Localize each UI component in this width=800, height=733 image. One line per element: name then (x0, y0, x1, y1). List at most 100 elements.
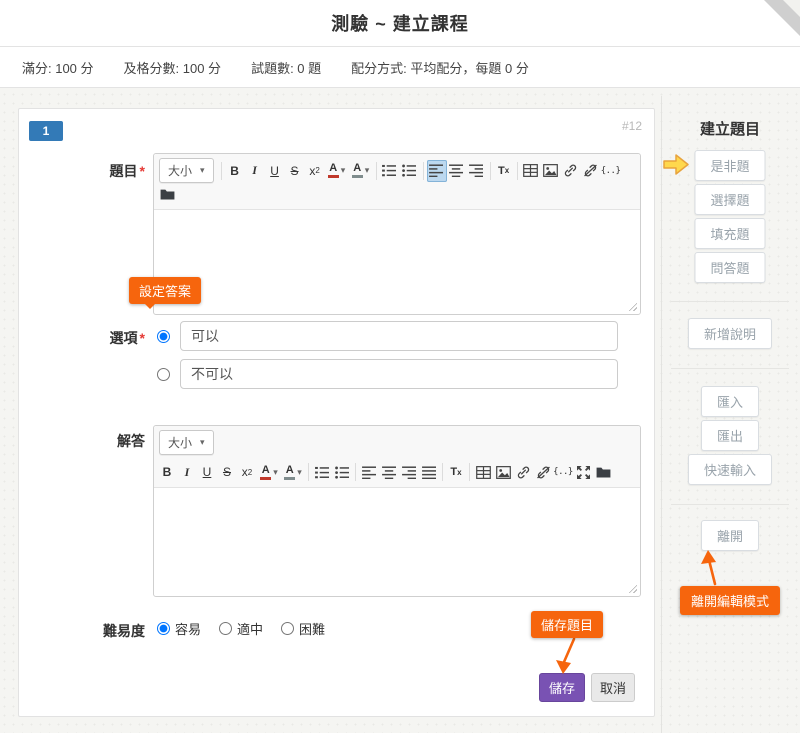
toolbar-separator (376, 162, 377, 180)
question-editor: 大小 ▾ B I U S x2 A ▾ A ▾ Tx (153, 153, 641, 315)
background-color-icon[interactable]: A ▾ (349, 160, 373, 182)
bulleted-list-icon[interactable] (332, 461, 352, 483)
bold-icon[interactable]: B (157, 461, 177, 483)
resize-handle[interactable] (626, 582, 637, 593)
font-size-dropdown[interactable]: 大小 ▾ (159, 430, 214, 455)
toolbar-separator (442, 463, 443, 481)
sidebar-item-essay[interactable]: 問答題 (694, 252, 765, 283)
sidebar-divider (671, 504, 789, 505)
numbered-list-icon[interactable] (312, 461, 332, 483)
underline-icon[interactable]: U (197, 461, 217, 483)
page-title: 測驗 ~ 建立課程 (331, 10, 469, 36)
italic-icon[interactable]: I (245, 160, 265, 182)
image-icon[interactable] (493, 461, 513, 483)
background-color-letter: A (286, 465, 294, 476)
difficulty-easy-radio[interactable] (157, 622, 170, 635)
text-color-icon[interactable]: A ▾ (257, 461, 281, 483)
numbered-list-icon[interactable] (380, 160, 400, 182)
maximize-icon[interactable] (573, 461, 593, 483)
toolbar-separator (517, 162, 518, 180)
font-size-label: 大小 (168, 434, 192, 451)
sidebar-item-multiple-choice[interactable]: 選擇題 (694, 184, 765, 215)
table-icon[interactable] (521, 160, 541, 182)
image-icon[interactable] (541, 160, 561, 182)
quick-input-button[interactable]: 快速輸入 (688, 454, 772, 485)
sidebar-item-fill-blank[interactable]: 填充題 (694, 218, 765, 249)
yellow-arrow-icon (663, 153, 690, 176)
text-color-letter: A (262, 465, 270, 476)
question-editor-area[interactable] (154, 210, 640, 314)
unlink-icon[interactable] (581, 160, 601, 182)
toolbar-separator (423, 162, 424, 180)
align-left-icon[interactable] (359, 461, 379, 483)
align-right-icon[interactable] (399, 461, 419, 483)
save-question-arrow-icon (543, 637, 583, 677)
remove-format-t: T (498, 165, 505, 177)
sidebar-item-true-false[interactable]: 是非題 (694, 150, 765, 181)
resize-handle[interactable] (626, 300, 637, 311)
font-size-dropdown[interactable]: 大小 ▾ (159, 158, 214, 183)
strikethrough-icon[interactable]: S (285, 160, 305, 182)
table-icon[interactable] (473, 461, 493, 483)
answer-editor-area[interactable] (154, 488, 640, 596)
bold-icon[interactable]: B (225, 160, 245, 182)
difficulty-hard-radio[interactable] (281, 622, 294, 635)
question-editor-card: 1 #12 題目* 大小 ▾ B I U S x2 A ▾ A ▾ (18, 108, 655, 717)
link-icon[interactable] (561, 160, 581, 182)
text-color-bar (260, 477, 271, 480)
difficulty-hard: 困難 (281, 619, 325, 638)
superscript-exp: 2 (248, 468, 252, 477)
answer-label-text: 解答 (117, 433, 145, 449)
remove-format-x: x (457, 468, 461, 477)
link-icon[interactable] (513, 461, 533, 483)
cancel-button[interactable]: 取消 (591, 673, 635, 702)
align-left-icon[interactable] (427, 160, 447, 182)
remove-format-icon[interactable]: Tx (494, 160, 514, 182)
superscript-icon[interactable]: x2 (305, 160, 325, 182)
chevron-down-icon: ▾ (273, 468, 278, 477)
chevron-down-icon: ▾ (365, 166, 370, 175)
source-code-icon[interactable]: {..} (601, 160, 621, 182)
text-color-icon[interactable]: A ▾ (325, 160, 349, 182)
answer-editor-toolbar-row1: 大小 ▾ (154, 426, 640, 457)
options-label-text: 選項 (110, 330, 138, 346)
unlink-icon[interactable] (533, 461, 553, 483)
align-center-icon[interactable] (447, 160, 467, 182)
strikethrough-icon[interactable]: S (217, 461, 237, 483)
option-2-input[interactable] (180, 359, 618, 389)
difficulty-options: 容易 適中 困難 (157, 619, 325, 638)
toolbar-separator (221, 162, 222, 180)
source-code-icon[interactable]: {..} (553, 461, 573, 483)
add-description-button[interactable]: 新增說明 (688, 318, 772, 349)
option-1-radio[interactable] (157, 330, 170, 343)
info-max-score: 滿分: 100 分 (22, 58, 94, 77)
toolbar-separator (490, 162, 491, 180)
folder-icon[interactable] (593, 461, 613, 483)
option-2-radio[interactable] (157, 368, 170, 381)
align-justify-icon[interactable] (419, 461, 439, 483)
remove-format-x: x (505, 166, 509, 175)
align-center-icon[interactable] (379, 461, 399, 483)
option-1-input[interactable] (180, 321, 618, 351)
question-label-text: 題目 (110, 163, 138, 179)
leave-button[interactable]: 離開 (701, 520, 759, 551)
remove-format-icon[interactable]: Tx (446, 461, 466, 483)
folder-icon[interactable] (157, 183, 177, 205)
options-label: 選項* (19, 328, 145, 348)
difficulty-medium-radio[interactable] (219, 622, 232, 635)
superscript-icon[interactable]: x2 (237, 461, 257, 483)
import-button[interactable]: 匯入 (701, 386, 759, 417)
background-color-icon[interactable]: A ▾ (281, 461, 305, 483)
export-button[interactable]: 匯出 (701, 420, 759, 451)
save-button[interactable]: 儲存 (539, 673, 585, 702)
bulleted-list-icon[interactable] (400, 160, 420, 182)
align-right-icon[interactable] (467, 160, 487, 182)
leave-arrow-icon (698, 548, 724, 586)
difficulty-medium: 適中 (219, 619, 263, 638)
underline-icon[interactable]: U (265, 160, 285, 182)
question-editor-toolbar: 大小 ▾ B I U S x2 A ▾ A ▾ Tx (154, 154, 640, 210)
chevron-down-icon: ▾ (297, 468, 302, 477)
toolbar-separator (308, 463, 309, 481)
info-question-count: 試題數: 0 題 (251, 58, 321, 77)
italic-icon[interactable]: I (177, 461, 197, 483)
